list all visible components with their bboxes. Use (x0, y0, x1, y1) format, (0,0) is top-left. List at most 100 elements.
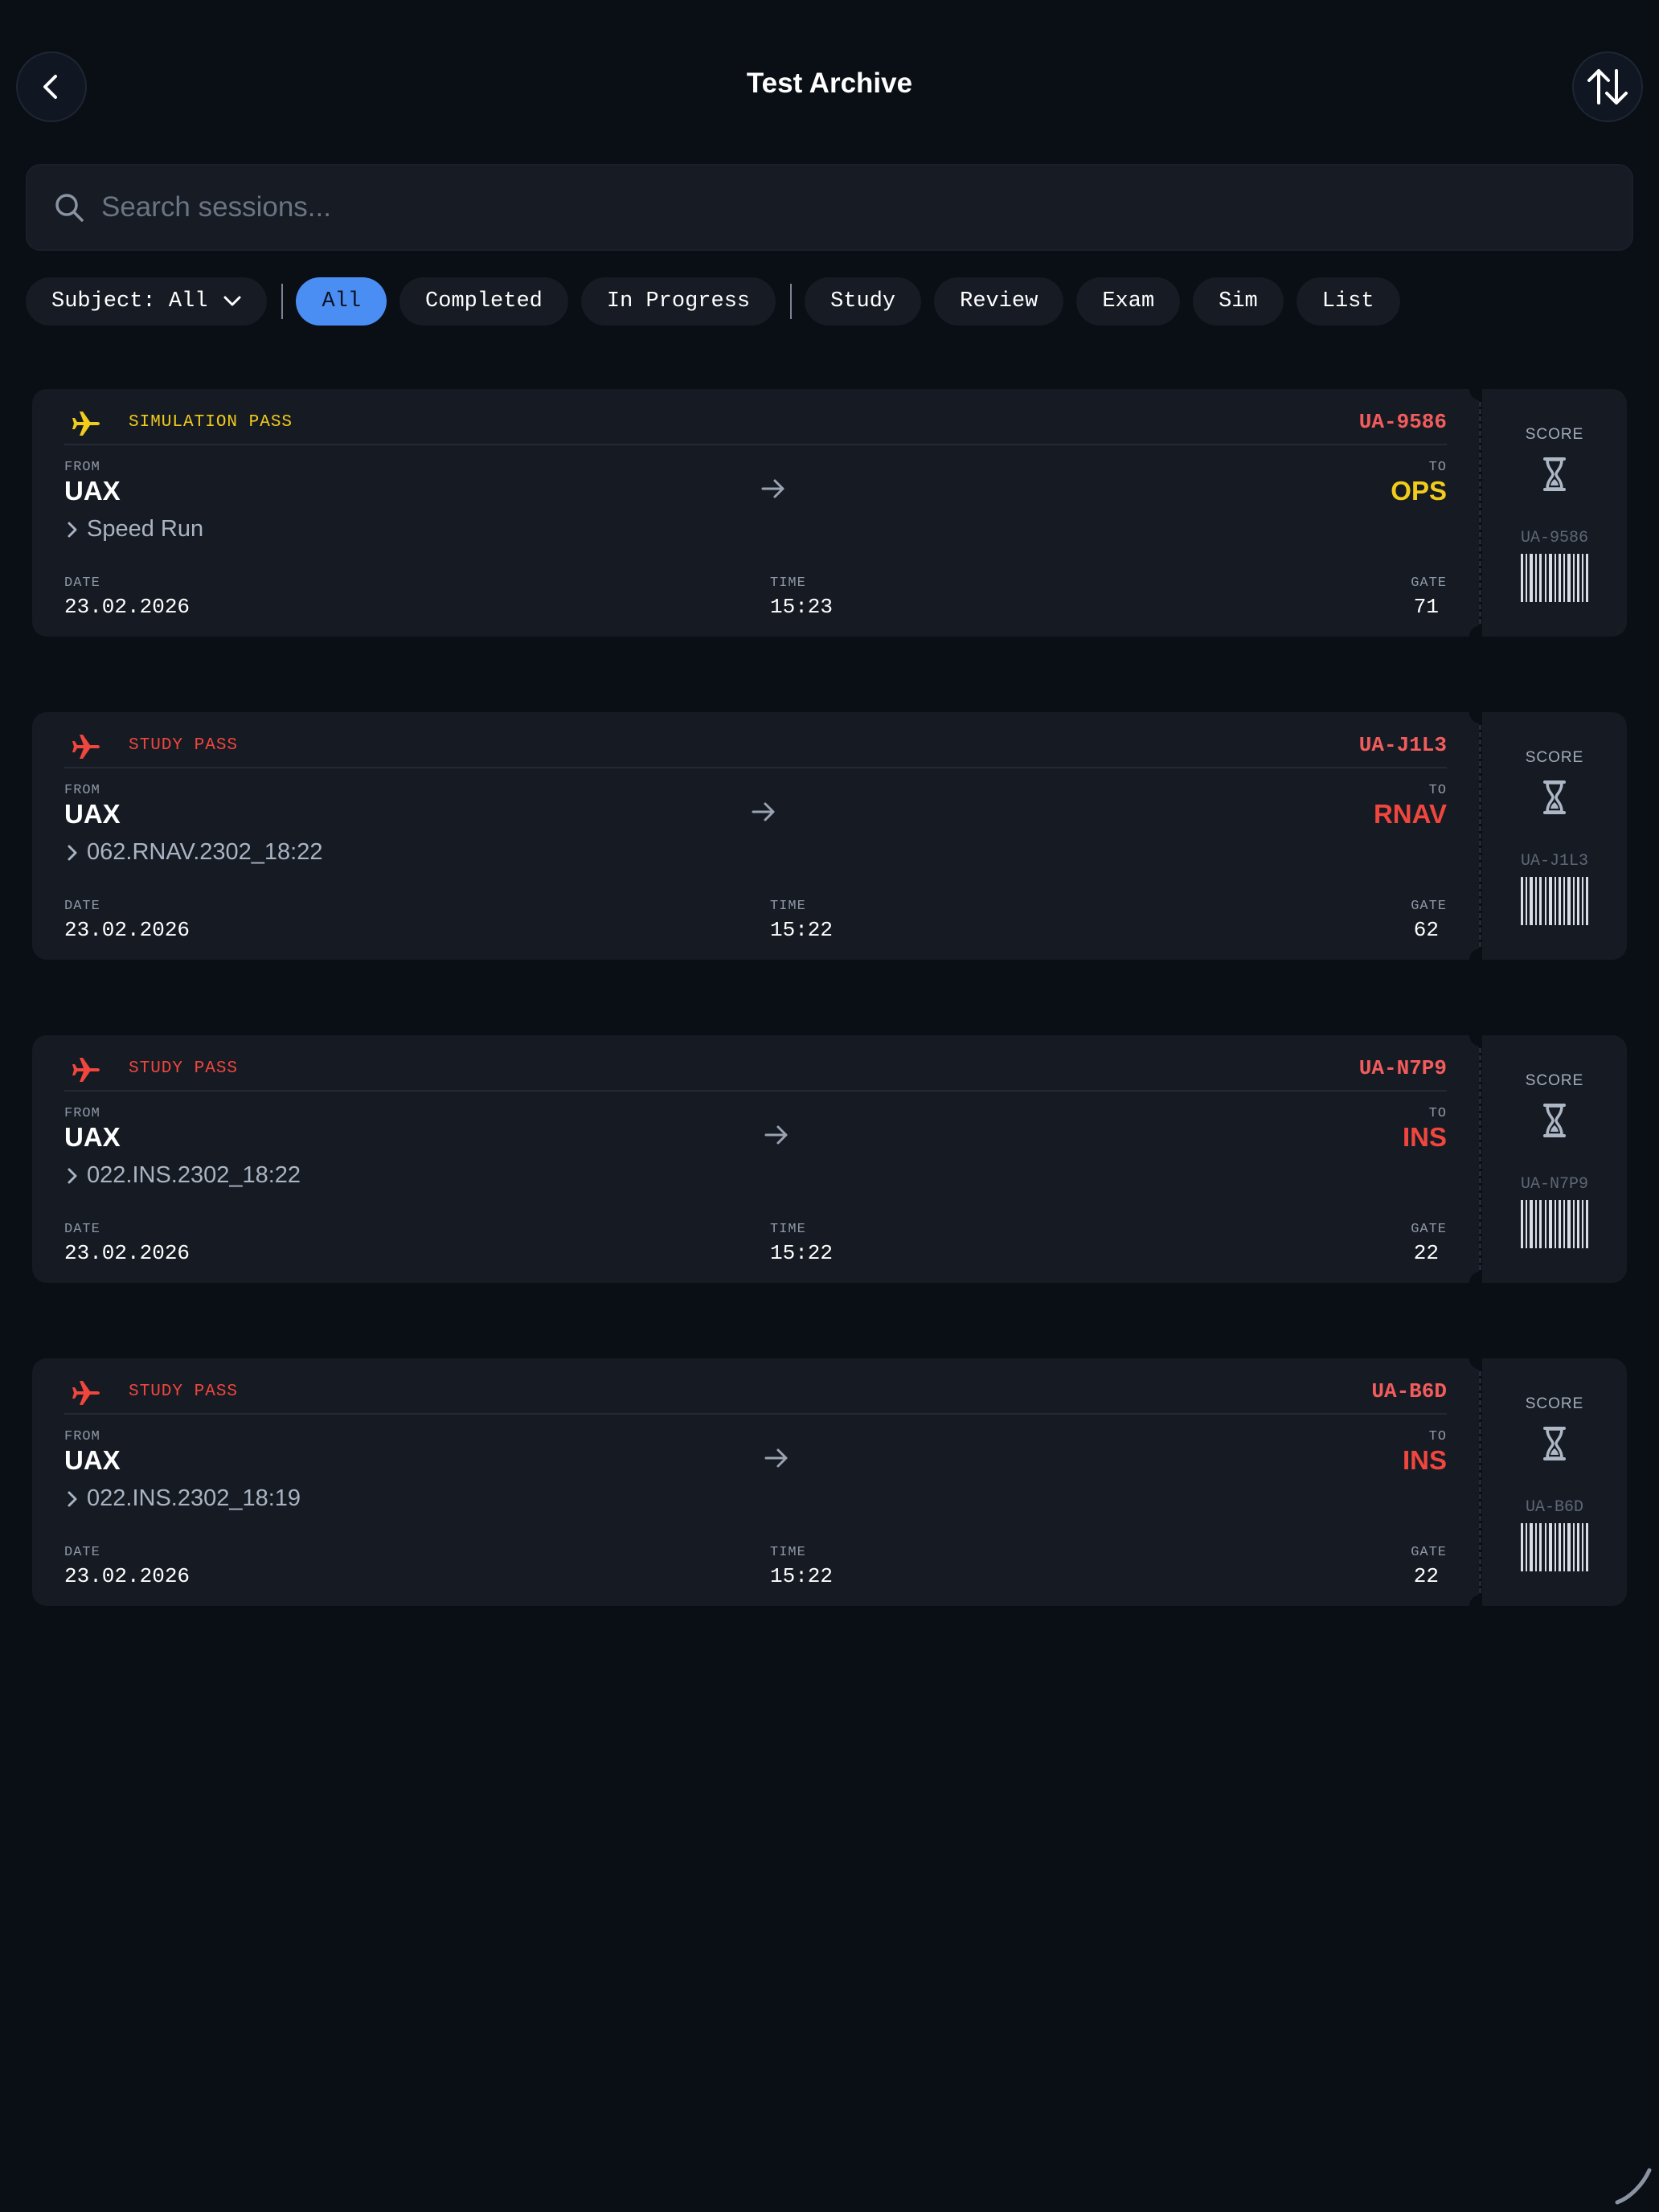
stub-pass-id: UA-J1L3 (1520, 852, 1588, 870)
time-value: 15:23 (770, 595, 834, 619)
gate-label: GATE (1411, 1222, 1447, 1237)
time-value: 15:22 (770, 918, 834, 942)
score-label: SCORE (1525, 1072, 1584, 1089)
search-input[interactable] (101, 191, 1548, 223)
ticket-separator (64, 1090, 1447, 1092)
time-value: 15:22 (770, 1241, 834, 1265)
gate-value: 62 (1413, 918, 1439, 942)
date-label: DATE (64, 899, 100, 914)
barcode-icon (1521, 554, 1588, 602)
page-title: Test Archive (746, 68, 913, 99)
from-label: FROM (64, 460, 100, 475)
filter-chip-sim[interactable]: Sim (1193, 277, 1284, 326)
stub-pass-id: UA-N7P9 (1520, 1175, 1588, 1194)
chevron-right-icon (68, 1491, 77, 1506)
origin-code: UAX (64, 1122, 121, 1152)
score-label: SCORE (1525, 426, 1584, 443)
gate-value: 22 (1413, 1564, 1439, 1588)
gate-label: GATE (1411, 1545, 1447, 1560)
date-label: DATE (64, 1222, 100, 1237)
filter-chip-exam[interactable]: Exam (1076, 277, 1181, 326)
filter-divider (281, 284, 284, 319)
pass-id: UA-N7P9 (1358, 1056, 1447, 1080)
origin-code: UAX (64, 1445, 121, 1475)
from-label: FROM (64, 1429, 100, 1444)
origin-code: UAX (64, 799, 121, 829)
ticket-main: STUDY PASS UA-J1L3 FROM TO UAX RNAV 062.… (32, 712, 1479, 960)
ticket-main: STUDY PASS UA-N7P9 FROM TO UAX INS 022.I… (32, 1035, 1479, 1283)
session-name-row: 062.RNAV.2302_18:22 (64, 839, 322, 866)
session-name: 022.INS.2302_18:19 (87, 1485, 301, 1511)
ticket-main: SIMULATION PASS UA-9586 FROM TO UAX OPS … (32, 389, 1479, 637)
from-label: FROM (64, 1106, 100, 1121)
session-name-row: Speed Run (64, 516, 203, 543)
date-value: 23.02.2026 (64, 1241, 190, 1265)
time-value: 15:22 (770, 1564, 834, 1588)
session-name-row: 022.INS.2302_18:22 (64, 1162, 301, 1189)
sort-arrows-icon (1587, 69, 1628, 104)
barcode-icon (1521, 877, 1588, 925)
to-label: TO (1428, 1429, 1447, 1444)
barcode-icon (1521, 1200, 1588, 1248)
session-name: 022.INS.2302_18:22 (87, 1162, 301, 1188)
filter-chip-in-progress[interactable]: In Progress (580, 277, 776, 326)
filter-chip-completed[interactable]: Completed (399, 277, 568, 326)
sort-button[interactable] (1572, 51, 1643, 122)
ticket-card[interactable]: STUDY PASS UA-N7P9 FROM TO UAX INS 022.I… (32, 1024, 1627, 1294)
arrow-right-icon (764, 1448, 788, 1468)
time-label: TIME (770, 1545, 806, 1560)
filter-chip-list[interactable]: List (1296, 277, 1400, 326)
hourglass-icon (1543, 780, 1566, 814)
ticket-separator (64, 1413, 1447, 1415)
session-name: Speed Run (87, 516, 204, 542)
ticket-card[interactable]: STUDY PASS UA-B6D FROM TO UAX INS 022.IN… (32, 1347, 1627, 1617)
time-label: TIME (770, 899, 806, 914)
arrow-right-icon (752, 802, 775, 821)
subject-dropdown-label: Subject: All (51, 289, 208, 313)
destination-code: INS (1402, 1445, 1447, 1475)
hourglass-icon (1543, 457, 1566, 491)
gate-label: GATE (1411, 899, 1447, 914)
app-header: Test Archive (0, 0, 1659, 161)
filter-chip-review[interactable]: Review (934, 277, 1064, 326)
score-label: SCORE (1525, 1395, 1584, 1412)
ticket-stub: SCORE UA-B6D (1482, 1358, 1627, 1606)
filter-chip-all[interactable]: All (296, 277, 387, 326)
destination-code: RNAV (1373, 799, 1447, 829)
stub-pass-id: UA-9586 (1520, 529, 1588, 547)
date-value: 23.02.2026 (64, 1564, 190, 1588)
to-label: TO (1428, 783, 1447, 798)
subject-dropdown[interactable]: Subject: All (26, 277, 268, 326)
hourglass-icon (1543, 1427, 1566, 1460)
date-label: DATE (64, 576, 100, 591)
gate-value: 22 (1413, 1241, 1439, 1265)
chevron-right-icon (68, 845, 77, 860)
search-bar[interactable] (26, 164, 1633, 251)
arrow-right-icon (761, 479, 784, 498)
ticket-main: STUDY PASS UA-B6D FROM TO UAX INS 022.IN… (32, 1358, 1479, 1606)
origin-code: UAX (64, 476, 121, 506)
filter-divider (790, 284, 793, 319)
date-label: DATE (64, 1545, 100, 1560)
gate-label: GATE (1411, 576, 1447, 591)
resize-handle-icon[interactable] (1612, 2165, 1654, 2207)
ticket-separator (64, 444, 1447, 445)
ticket-stub: SCORE UA-9586 (1482, 389, 1627, 637)
barcode-icon (1521, 1523, 1588, 1571)
chevron-right-icon (68, 522, 77, 537)
session-name-row: 022.INS.2302_18:19 (64, 1485, 301, 1512)
ticket-card[interactable]: SIMULATION PASS UA-9586 FROM TO UAX OPS … (32, 378, 1627, 648)
ticket-separator (64, 767, 1447, 768)
filter-chip-study[interactable]: Study (805, 277, 922, 326)
gate-value: 71 (1413, 595, 1439, 619)
time-label: TIME (770, 576, 806, 591)
score-label: SCORE (1525, 749, 1584, 766)
pass-id: UA-9586 (1358, 410, 1447, 434)
to-label: TO (1428, 460, 1447, 475)
arrow-right-icon (764, 1125, 788, 1145)
pass-id: UA-B6D (1371, 1379, 1447, 1403)
date-value: 23.02.2026 (64, 595, 190, 619)
stub-pass-id: UA-B6D (1525, 1498, 1583, 1517)
ticket-card[interactable]: STUDY PASS UA-J1L3 FROM TO UAX RNAV 062.… (32, 701, 1627, 971)
session-name: 062.RNAV.2302_18:22 (87, 839, 323, 865)
